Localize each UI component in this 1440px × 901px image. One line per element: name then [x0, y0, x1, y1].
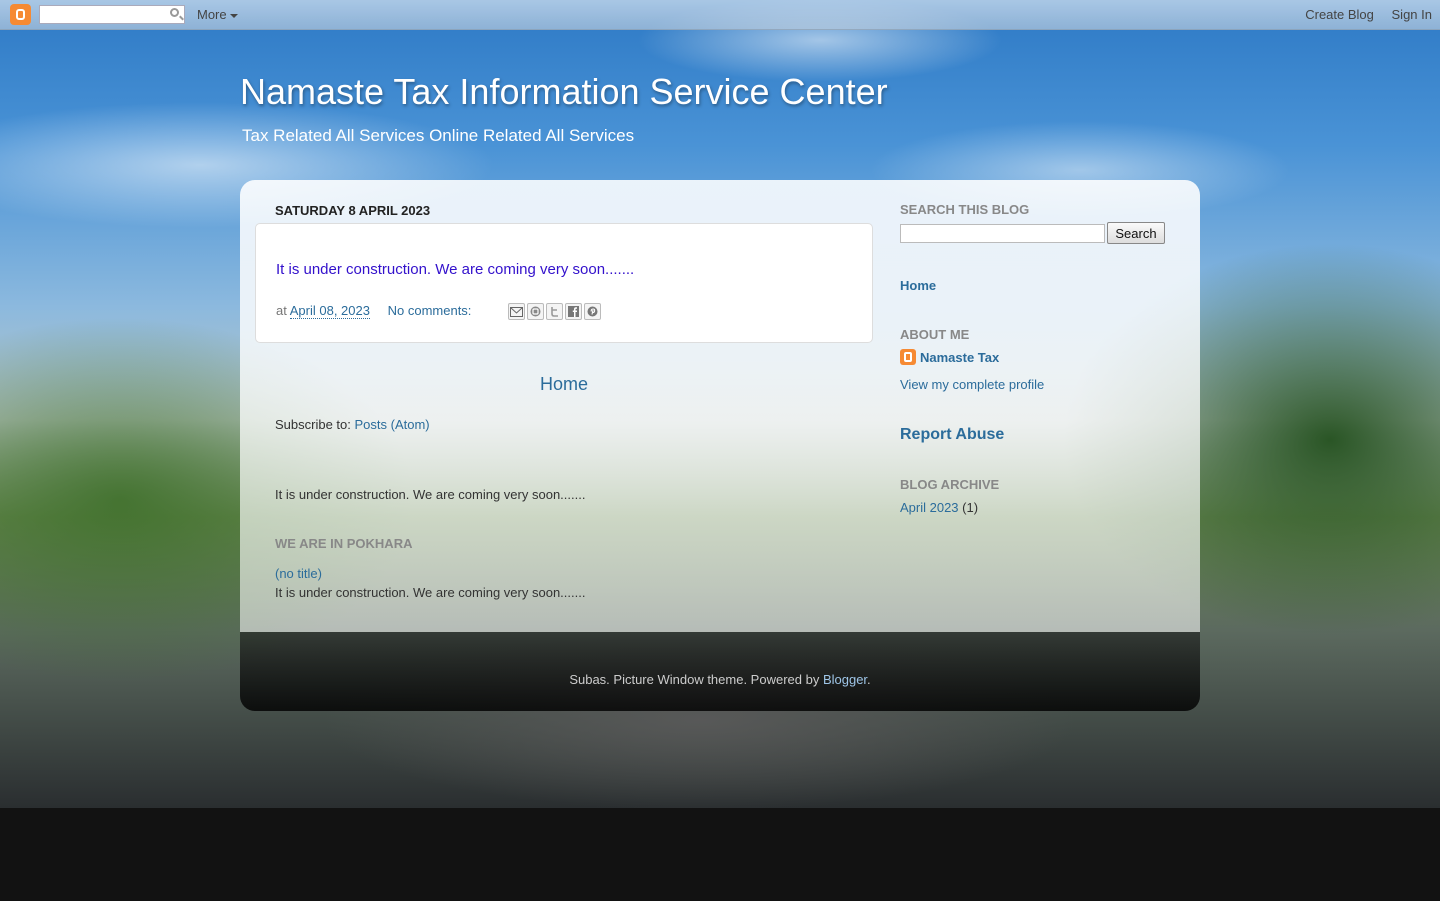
- blogger-navbar: More Create Blog Sign In: [0, 0, 1440, 30]
- share-bar: [508, 303, 603, 320]
- posts-atom-link[interactable]: Posts (Atom): [355, 417, 430, 432]
- navbar-search[interactable]: [39, 5, 185, 24]
- report-abuse-link[interactable]: Report Abuse: [900, 426, 1004, 444]
- blog-archive-heading: BLOG ARCHIVE: [900, 477, 1000, 492]
- search-button[interactable]: Search: [1107, 222, 1165, 244]
- sign-in-link[interactable]: Sign In: [1392, 7, 1432, 22]
- blogger-logo-icon[interactable]: [10, 4, 31, 25]
- date-header: SATURDAY 8 APRIL 2023: [275, 203, 431, 218]
- blog-title[interactable]: Namaste Tax Information Service Center: [240, 71, 888, 113]
- post-date-link[interactable]: April 08, 2023: [289, 303, 370, 319]
- footer-attribution: Subas. Picture Window theme. Powered by …: [240, 672, 1200, 687]
- content-panel: SATURDAY 8 APRIL 2023 It is under constr…: [240, 180, 1200, 632]
- navbar-search-input[interactable]: [40, 6, 168, 23]
- post-card: It is under construction. We are coming …: [255, 223, 873, 343]
- pokhara-heading: WE ARE IN POKHARA: [275, 536, 413, 551]
- create-blog-link[interactable]: Create Blog: [1305, 7, 1374, 22]
- post-comments-link[interactable]: No comments:: [388, 303, 472, 318]
- archive-item: April 2023 (1): [900, 500, 978, 515]
- blogthis-icon[interactable]: [527, 303, 544, 320]
- twitter-icon[interactable]: [546, 303, 563, 320]
- footer-text-prefix: Subas. Picture Window theme. Powered by: [569, 672, 820, 687]
- construction-text: It is under construction. We are coming …: [275, 585, 586, 600]
- facebook-icon[interactable]: [565, 303, 582, 320]
- caret-down-icon: [229, 13, 238, 18]
- construction-text: It is under construction. We are coming …: [275, 487, 586, 502]
- email-icon[interactable]: [508, 303, 525, 320]
- blog-search-input[interactable]: [900, 224, 1105, 243]
- footer: Subas. Picture Window theme. Powered by …: [240, 632, 1200, 711]
- more-menu-button[interactable]: More: [197, 7, 238, 22]
- more-label: More: [197, 7, 227, 22]
- pinterest-icon[interactable]: [584, 303, 601, 320]
- archive-month-link[interactable]: April 2023: [900, 500, 959, 515]
- view-profile-link[interactable]: View my complete profile: [900, 377, 1044, 392]
- subscribe-line: Subscribe to: Posts (Atom): [275, 417, 430, 432]
- archive-count: (1): [962, 500, 979, 515]
- sidebar-home-link[interactable]: Home: [900, 278, 936, 293]
- blog-description: Tax Related All Services Online Related …: [242, 126, 635, 145]
- no-title-link[interactable]: (no title): [275, 566, 322, 581]
- post-footer: at April 08, 2023 No comments:: [276, 303, 472, 319]
- footer-text-suffix: .: [867, 672, 871, 687]
- home-link[interactable]: Home: [540, 374, 588, 395]
- post-footer-prefix: at: [276, 303, 287, 318]
- navbar-right-links: Create Blog Sign In: [1291, 7, 1432, 22]
- post-body: It is under construction. We are coming …: [276, 261, 635, 278]
- profile-name-link[interactable]: Namaste Tax: [920, 350, 999, 365]
- blogger-link[interactable]: Blogger: [823, 672, 867, 687]
- blogger-profile-icon: [900, 349, 916, 365]
- search-blog-heading: SEARCH THIS BLOG: [900, 202, 1030, 217]
- about-me-heading: ABOUT ME: [900, 327, 970, 342]
- search-icon[interactable]: [170, 8, 179, 17]
- subscribe-prefix: Subscribe to:: [275, 417, 351, 432]
